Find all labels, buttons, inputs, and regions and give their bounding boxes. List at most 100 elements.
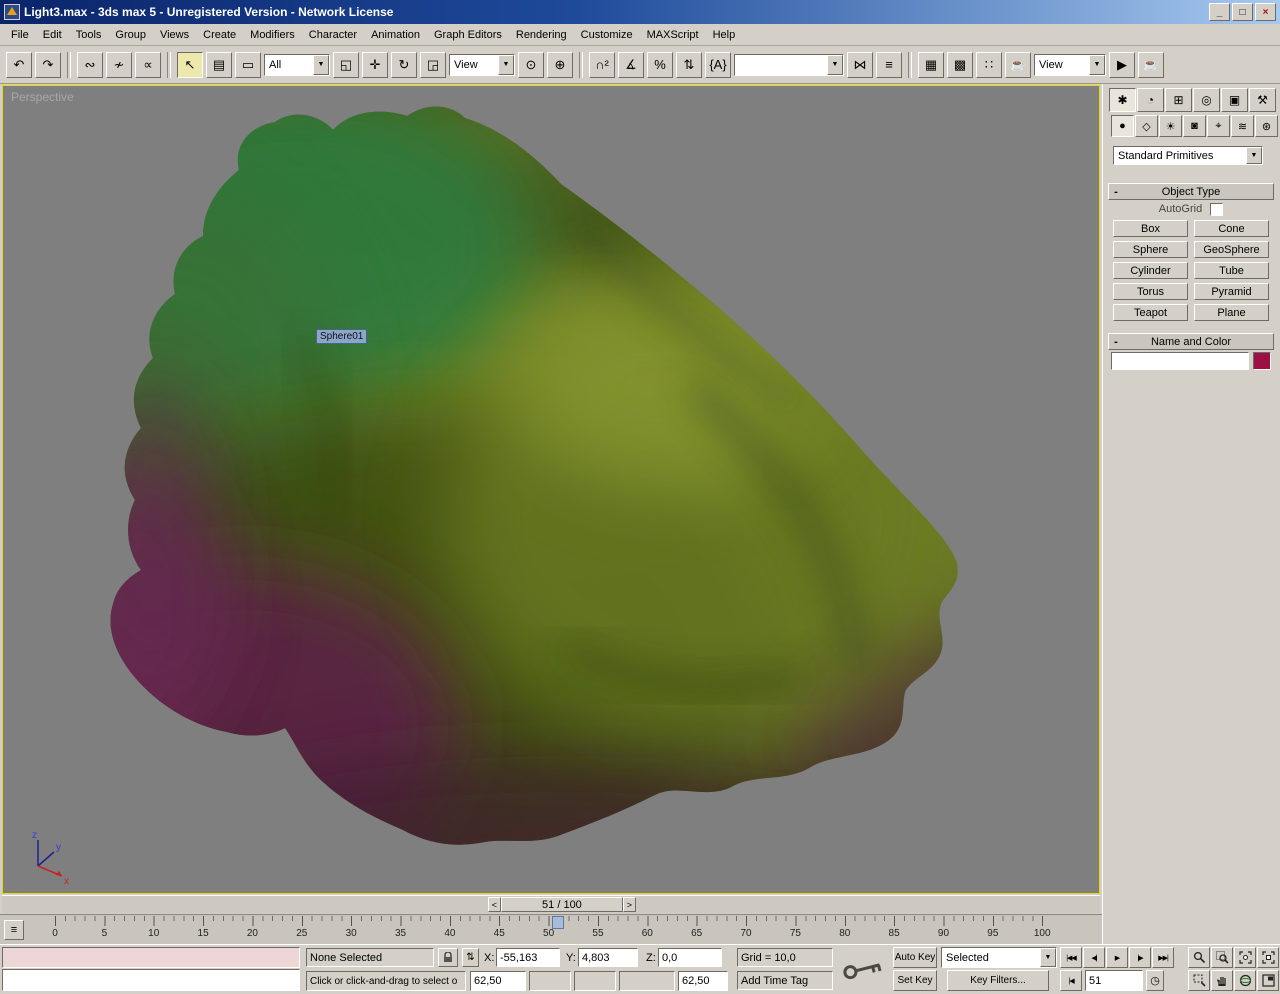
menu-group[interactable]: Group [108,27,153,43]
tab-display[interactable]: ▣ [1221,88,1248,112]
time-slider-handle[interactable]: < 51 / 100 > [488,897,636,912]
primitive-button-torus[interactable]: Torus [1113,283,1188,300]
select-and-link-icon[interactable]: ∾ [77,52,103,78]
selection-filter-dropdown[interactable]: All▼ [264,54,330,76]
name-color-rollout-header[interactable]: - Name and Color [1108,333,1274,350]
object-color-swatch[interactable] [1253,352,1271,370]
primitive-button-cone[interactable]: Cone [1194,220,1269,237]
primitive-button-plane[interactable]: Plane [1194,304,1269,321]
use-pivot-point-center-icon[interactable]: ⊙ [518,52,544,78]
close-button[interactable]: × [1255,3,1276,21]
select-and-scale-icon[interactable]: ◲ [420,52,446,78]
set-key-button[interactable]: Set Key [893,970,937,991]
previous-frame-button[interactable]: ◀| [1083,947,1105,968]
maxscript-listener-field[interactable] [2,969,300,991]
zoom-all-button[interactable] [1211,947,1233,968]
absolute-offset-toggle[interactable]: ⇅ [462,948,479,967]
zoom-extents-button[interactable] [1234,947,1256,968]
macro-recorder-field[interactable] [2,947,300,968]
min-max-toggle-button[interactable] [1257,970,1279,991]
x-coordinate-field[interactable]: -55,163 [496,948,560,967]
select-and-move-icon[interactable]: ✛ [362,52,388,78]
select-and-rotate-icon[interactable]: ↻ [391,52,417,78]
menu-maxscript[interactable]: MAXScript [640,27,706,43]
minimize-button[interactable]: _ [1209,3,1230,21]
menu-graph-editors[interactable]: Graph Editors [427,27,509,43]
set-keys-button[interactable] [838,947,888,991]
key-filter-dropdown[interactable]: Selected ▼ [941,947,1057,968]
maximize-button[interactable]: □ [1232,3,1253,21]
category-systems[interactable]: ⊛ [1255,115,1278,137]
key-filters-button[interactable]: Key Filters... [947,970,1049,991]
render-last-icon[interactable]: ▶ [1109,52,1135,78]
key-mode-toggle-button[interactable]: |◀ [1060,970,1082,991]
material-editor-icon[interactable]: ∷ [976,52,1002,78]
tab-hierarchy[interactable]: ⊞ [1165,88,1192,112]
select-object-icon[interactable]: ↖ [177,52,203,78]
snap-toggle-icon[interactable]: ∩² [589,52,615,78]
auto-key-button[interactable]: Auto Key [893,947,937,968]
primitive-button-teapot[interactable]: Teapot [1113,304,1188,321]
sphere01-object[interactable] [3,86,1099,893]
menu-views[interactable]: Views [153,27,196,43]
schematic-view-icon[interactable]: ▩ [947,52,973,78]
select-by-name-icon[interactable]: ▤ [206,52,232,78]
unlink-selection-icon[interactable]: ≁ [106,52,132,78]
tab-modify[interactable]: ◔ [1137,88,1164,112]
primitive-button-sphere[interactable]: Sphere [1113,241,1188,258]
category-shapes[interactable]: ◇ [1135,115,1158,137]
autogrid-checkbox[interactable] [1210,203,1223,216]
add-time-tag-field[interactable]: Add Time Tag [737,971,833,990]
menu-tools[interactable]: Tools [69,27,109,43]
tab-motion[interactable]: ◎ [1193,88,1220,112]
current-frame-marker[interactable] [552,916,564,929]
category-cameras[interactable]: ◙ [1183,115,1206,137]
tab-utilities[interactable]: ⚒ [1249,88,1276,112]
primitive-button-tube[interactable]: Tube [1194,262,1269,279]
go-to-start-button[interactable]: |◀◀ [1060,947,1082,968]
time-slider-track[interactable]: < 51 / 100 > [2,895,1100,913]
object-name-input[interactable] [1111,352,1249,370]
undo-icon[interactable]: ↶ [6,52,32,78]
next-frame-button[interactable]: |▶ [1129,947,1151,968]
pan-button[interactable] [1211,970,1233,991]
primitive-button-cylinder[interactable]: Cylinder [1113,262,1188,279]
menu-edit[interactable]: Edit [36,27,69,43]
menu-rendering[interactable]: Rendering [509,27,574,43]
play-animation-button[interactable]: ▶ [1106,947,1128,968]
title-bar[interactable]: Light3.max - 3ds max 5 - Unregistered Ve… [0,0,1280,24]
render-scene-icon[interactable]: ☕ [1005,52,1031,78]
reference-coordinate-dropdown[interactable]: View▼ [449,54,515,76]
menu-file[interactable]: File [4,27,36,43]
menu-help[interactable]: Help [706,27,743,43]
category-helpers[interactable]: ⌖ [1207,115,1230,137]
region-zoom-button[interactable] [1188,970,1210,991]
curve-editor-icon[interactable]: ▦ [918,52,944,78]
named-selection-sets-dropdown[interactable]: ▼ [734,54,844,76]
quick-render-icon[interactable]: ☕ [1138,52,1164,78]
chevron-down-icon[interactable]: ▼ [1040,948,1056,967]
chevron-down-icon[interactable]: ▼ [498,55,514,75]
category-space-warps[interactable]: ≋ [1231,115,1254,137]
next-frame-arrow[interactable]: > [623,897,636,912]
track-value-field-left[interactable]: 62,50 [470,971,526,991]
track-value-field-right[interactable]: 62,50 [678,971,728,991]
menu-modifiers[interactable]: Modifiers [243,27,302,43]
percent-snap-toggle-icon[interactable]: % [647,52,673,78]
go-to-end-button[interactable]: ▶▶| [1152,947,1174,968]
select-and-manipulate-icon[interactable]: ⊕ [547,52,573,78]
zoom-button[interactable] [1188,947,1210,968]
mirror-icon[interactable]: ⋈ [847,52,873,78]
time-slider-value[interactable]: 51 / 100 [501,897,623,912]
arc-rotate-button[interactable] [1234,970,1256,991]
angle-snap-toggle-icon[interactable]: ∡ [618,52,644,78]
spinner-snap-toggle-icon[interactable]: ⇅ [676,52,702,78]
selection-lock-button[interactable] [438,948,458,967]
tab-create[interactable]: ✱ [1109,88,1136,112]
chevron-down-icon[interactable]: ▼ [313,55,329,75]
primitive-button-geosphere[interactable]: GeoSphere [1194,241,1269,258]
perspective-viewport[interactable]: Perspective Sphere01 z y x [2,85,1100,894]
menu-create[interactable]: Create [196,27,243,43]
category-lights[interactable]: ☀ [1159,115,1182,137]
time-configuration-button[interactable]: ◷ [1146,970,1164,991]
